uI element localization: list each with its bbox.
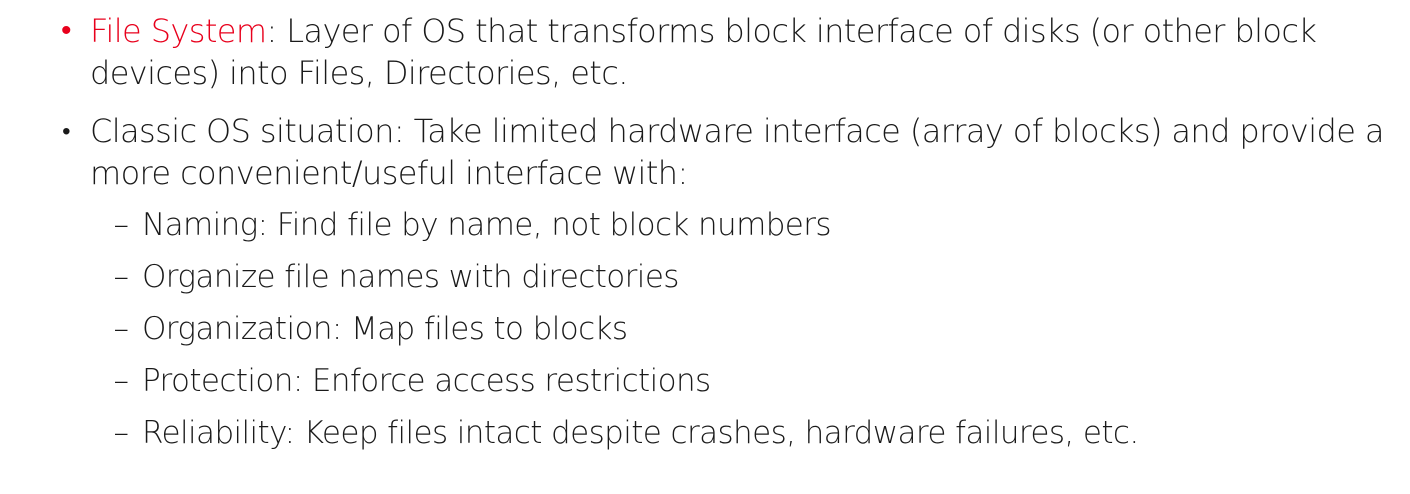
sub-bullet-text: Organize file names with directories [142, 259, 679, 295]
sub-bullet-text: Reliability: Keep files intact despite c… [142, 415, 1139, 451]
sub-bullet-marker: – [113, 363, 130, 399]
bullet-classic-os: • Classic OS situation: Take limited har… [62, 110, 1390, 194]
bullet-term: File System [90, 12, 267, 50]
bullet-text: : Layer of OS that transforms block inte… [90, 12, 1317, 92]
bullet-marker: • [62, 117, 70, 145]
sub-bullet-marker: – [113, 415, 130, 451]
sub-bullet-organize: – Organize file names with directories [114, 257, 1342, 297]
sub-bullet-reliability: – Reliability: Keep files intact despite… [114, 413, 1342, 453]
sub-bullet-text: Naming: Find file by name, not block num… [142, 207, 832, 243]
slide-body: • File System: Layer of OS that transfor… [0, 0, 1410, 494]
sub-bullet-marker: – [113, 311, 130, 347]
sub-bullet-naming: – Naming: Find file by name, not block n… [114, 205, 1342, 245]
bullet-marker: • [61, 13, 72, 48]
bullet-file-system: • File System: Layer of OS that transfor… [61, 10, 1390, 94]
sub-bullet-marker: – [113, 207, 130, 243]
sub-bullet-organization: – Organization: Map files to blocks [114, 309, 1342, 349]
sub-bullet-text: Protection: Enforce access restrictions [142, 363, 711, 399]
sub-bullet-text: Organization: Map files to blocks [142, 311, 628, 347]
sub-bullet-protection: – Protection: Enforce access restriction… [114, 361, 1342, 401]
sub-bullet-marker: – [113, 259, 130, 295]
bullet-text: Classic OS situation: Take limited hardw… [90, 112, 1385, 192]
